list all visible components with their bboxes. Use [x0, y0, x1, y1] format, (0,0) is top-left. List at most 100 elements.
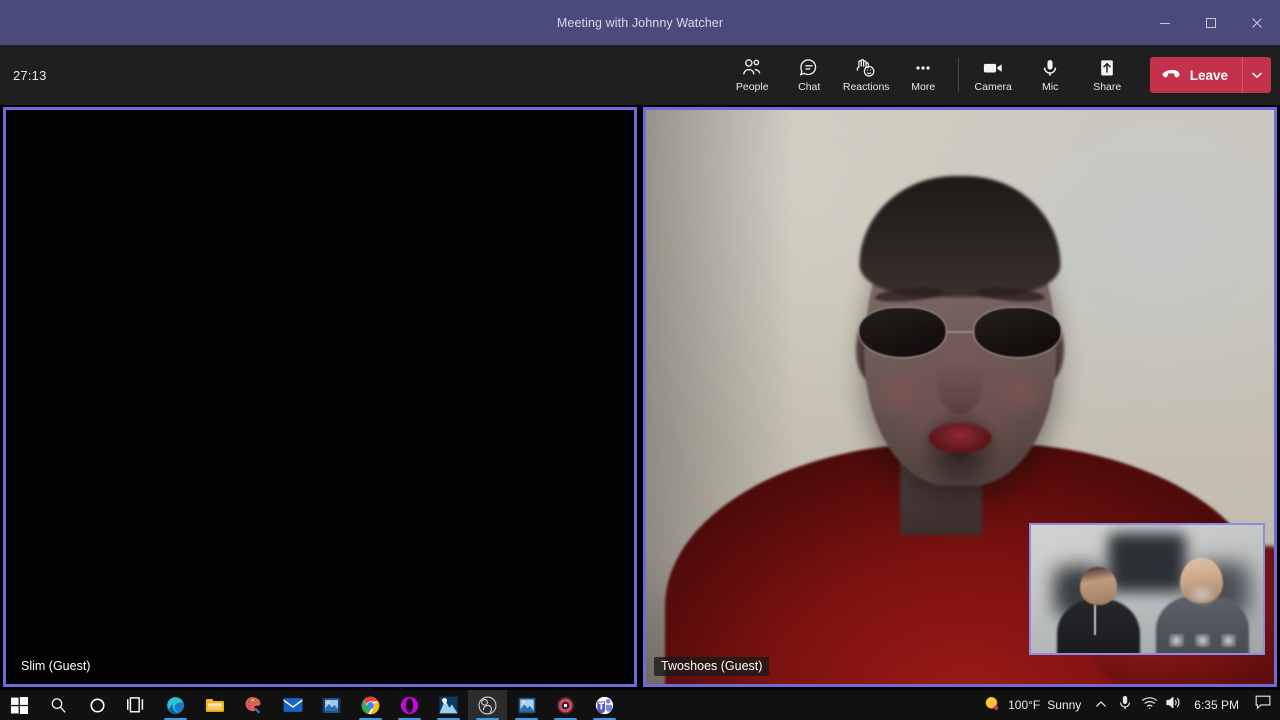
cortana-button[interactable]: [78, 690, 117, 720]
chrome-icon: [361, 696, 380, 715]
person-glasses: [859, 308, 1061, 357]
speaker-icon: [1165, 695, 1182, 715]
taskbar-clock[interactable]: 6:35 PM: [1185, 690, 1248, 720]
self-view-video: [1031, 525, 1263, 653]
opera-button[interactable]: [390, 690, 429, 720]
window-controls: [1142, 0, 1280, 45]
tray-network-button[interactable]: [1137, 690, 1161, 720]
pip-earphone-cord: [1094, 604, 1097, 636]
more-label: More: [911, 81, 936, 93]
window-titlebar: Meeting with Johnny Watcher: [0, 0, 1280, 45]
leave-label: Leave: [1189, 67, 1228, 83]
glasses-lens-right: [974, 308, 1061, 357]
participant-name-label: Slim (Guest): [21, 659, 91, 673]
toolbar-divider: [957, 58, 959, 92]
reactions-label: Reactions: [842, 81, 890, 93]
pip-shirt-graphic: [1169, 634, 1237, 648]
pip-person-left-body: [1056, 598, 1141, 653]
windows-logo-icon: [11, 696, 28, 714]
window-title: Meeting with Johnny Watcher: [556, 15, 724, 30]
share-button[interactable]: Share: [1079, 46, 1136, 104]
windows-taskbar: 100°F Sunny 6:35 PM: [0, 690, 1280, 720]
hangup-phone-icon: [1162, 68, 1182, 83]
weather-temperature: 100°F: [1008, 698, 1041, 712]
camera-off-placeholder: [6, 110, 634, 684]
pip-person-right: [1156, 558, 1250, 653]
action-center-button[interactable]: [1248, 690, 1278, 720]
taskbar-apps: [0, 690, 624, 720]
pip-person-left-head: [1079, 567, 1117, 605]
minimize-button[interactable]: [1142, 0, 1188, 45]
mail-button[interactable]: [273, 690, 312, 720]
edge-icon: [166, 696, 185, 715]
system-tray: 100°F Sunny 6:35 PM: [977, 690, 1280, 720]
tray-volume-button[interactable]: [1161, 690, 1185, 720]
participant-tile-slim[interactable]: Slim (Guest): [3, 107, 637, 687]
paint-button[interactable]: [234, 690, 273, 720]
pip-person-left: [1056, 567, 1141, 653]
self-view-pip[interactable]: [1029, 523, 1265, 655]
glasses-lens-left: [859, 308, 946, 357]
video-stage: Slim (Guest) Twoshoes (Guest): [0, 105, 1280, 690]
more-ellipsis-icon: [912, 57, 934, 79]
maximize-button[interactable]: [1188, 0, 1234, 45]
meeting-timer: 27:13: [13, 67, 47, 83]
microphone-icon: [1118, 695, 1132, 716]
participant-tile-twoshoes[interactable]: Twoshoes (Guest): [643, 107, 1277, 687]
leave-button[interactable]: Leave: [1149, 57, 1242, 93]
person-hair: [859, 176, 1061, 297]
person-cheek-right: [994, 368, 1052, 420]
action-center-icon: [1255, 695, 1271, 715]
paint-palette-icon: [244, 696, 263, 714]
reactions-button[interactable]: Reactions: [838, 46, 895, 104]
reactions-icon: [854, 57, 878, 79]
minimize-icon: [1159, 17, 1171, 29]
obs-button[interactable]: [468, 690, 507, 720]
photo-viewer-button[interactable]: [507, 690, 546, 720]
leave-control-group: Leave: [1149, 57, 1271, 93]
sun-icon: [983, 695, 1001, 716]
folder-icon: [205, 697, 225, 714]
tray-microphone-button[interactable]: [1113, 690, 1137, 720]
teams-button[interactable]: [585, 690, 624, 720]
close-icon: [1251, 17, 1263, 29]
cortana-circle-icon: [89, 697, 106, 714]
chat-icon: [798, 57, 820, 79]
chevron-down-icon: [1251, 66, 1263, 84]
camera-icon: [981, 57, 1005, 79]
weather-description: Sunny: [1047, 698, 1082, 712]
chrome-button[interactable]: [351, 690, 390, 720]
krita-button[interactable]: [429, 690, 468, 720]
search-button[interactable]: [39, 690, 78, 720]
chat-button[interactable]: Chat: [781, 46, 838, 104]
media-button[interactable]: [546, 690, 585, 720]
mic-button[interactable]: Mic: [1022, 46, 1079, 104]
edge-button[interactable]: [156, 690, 195, 720]
person-cheek-left: [868, 368, 926, 420]
leave-options-button[interactable]: [1242, 57, 1271, 93]
teams-meeting-window: Meeting with Johnny Watcher 27:13 People…: [0, 0, 1280, 720]
wifi-icon: [1141, 696, 1158, 715]
pip-shirt-graphic-1: [1169, 634, 1184, 648]
people-button[interactable]: People: [724, 46, 781, 104]
photos-button[interactable]: [312, 690, 351, 720]
tray-overflow-button[interactable]: [1089, 690, 1113, 720]
camera-label: Camera: [974, 81, 1012, 93]
participant-name-label: Twoshoes (Guest): [654, 657, 770, 676]
file-explorer-button[interactable]: [195, 690, 234, 720]
task-view-button[interactable]: [117, 690, 156, 720]
participant-video-slim: Slim (Guest): [6, 110, 634, 684]
more-button[interactable]: More: [895, 46, 952, 104]
camera-button[interactable]: Camera: [965, 46, 1022, 104]
share-label: Share: [1093, 81, 1122, 93]
mail-envelope-icon: [283, 697, 303, 713]
media-disc-icon: [556, 696, 575, 715]
weather-widget[interactable]: 100°F Sunny: [977, 690, 1089, 720]
close-button[interactable]: [1234, 0, 1280, 45]
glasses-bridge: [947, 331, 973, 334]
start-button[interactable]: [0, 690, 39, 720]
people-icon: [741, 57, 763, 79]
pip-shirt-graphic-3: [1221, 634, 1237, 648]
share-up-arrow-icon: [1096, 57, 1118, 79]
obs-studio-icon: [478, 696, 497, 715]
